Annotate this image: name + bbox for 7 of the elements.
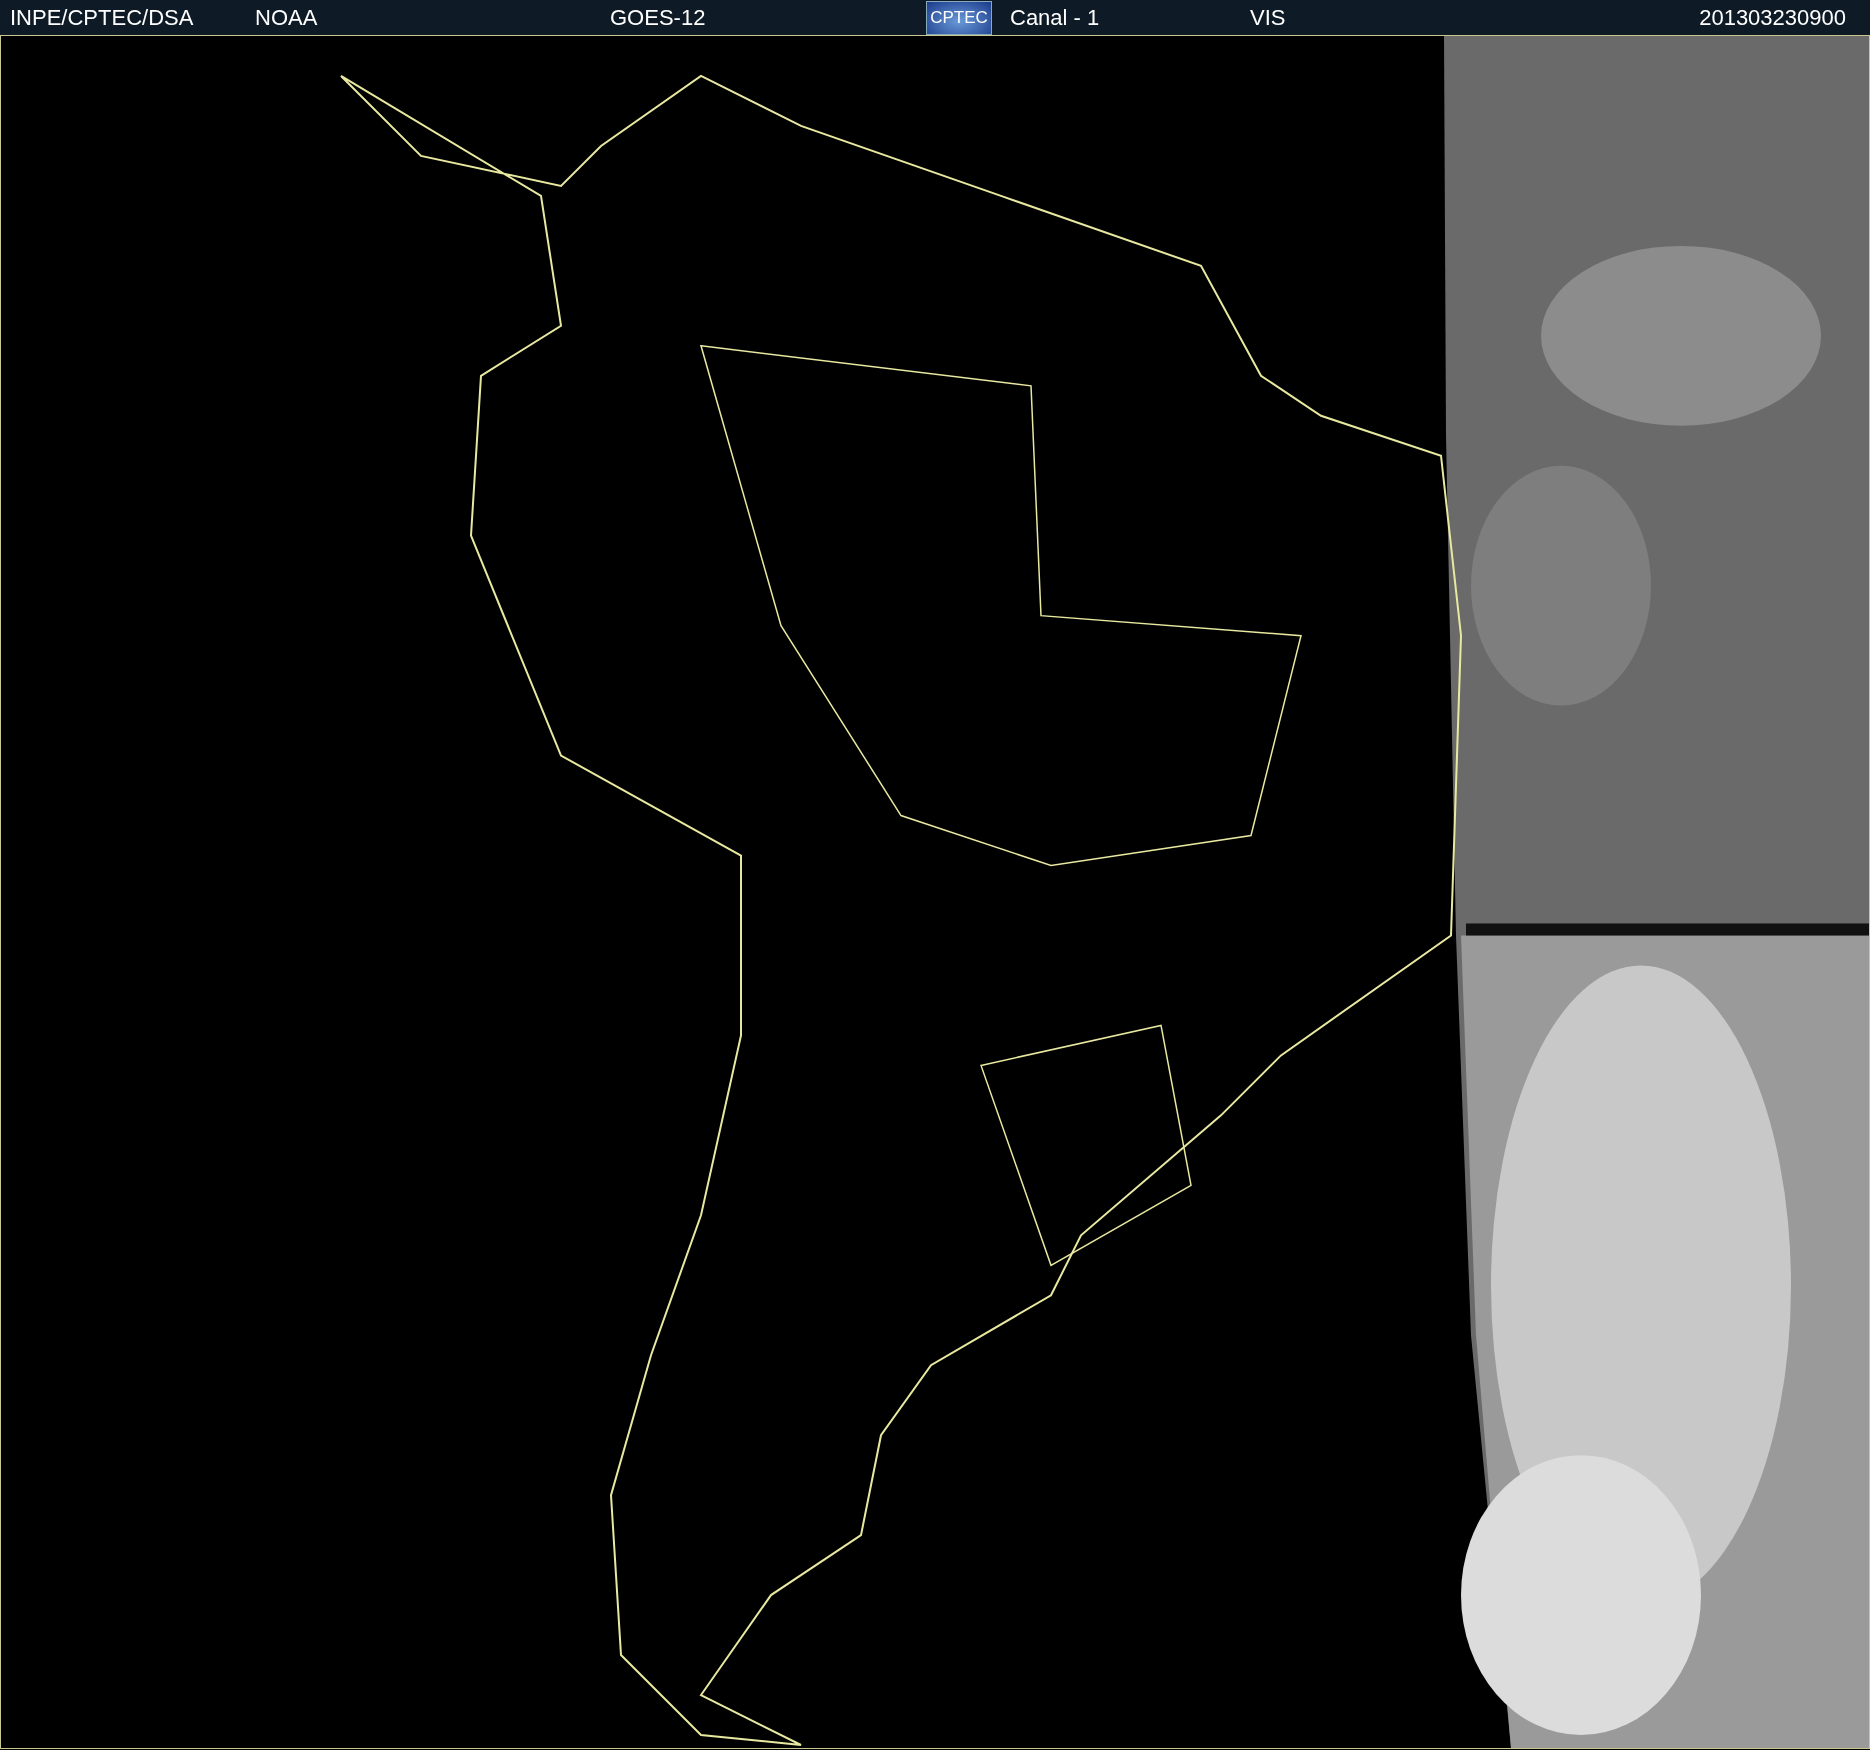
header-label: NOAA (255, 4, 319, 31)
header-label: VIS (1250, 4, 1287, 31)
header-label: GOES-12 (610, 4, 707, 31)
logo: CPTEC (926, 0, 992, 35)
header-label: INPE/CPTEC/DSA (10, 4, 195, 31)
header-label: 201303230900 (1699, 4, 1846, 31)
header-label: Canal - 1 (1010, 4, 1101, 31)
